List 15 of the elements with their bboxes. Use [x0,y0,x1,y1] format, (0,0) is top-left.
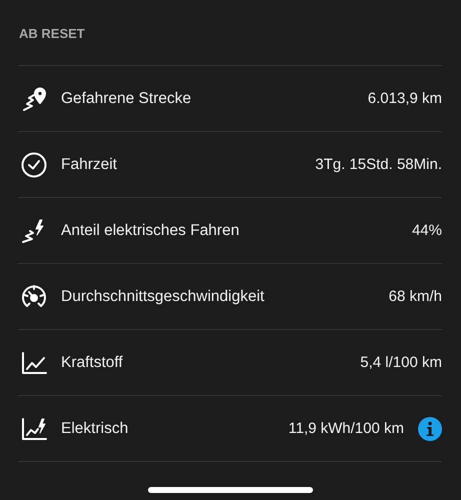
row-value: 11,9 kWh/100 km [288,420,404,437]
row-label: Elektrisch [61,420,128,438]
info-icon[interactable] [418,416,442,440]
row-value: 6.013,9 km [368,90,442,107]
row-label: Fahrzeit [61,156,117,174]
row-value: 3Tg. 15Std. 58Min. [315,156,442,173]
row-value: 44% [412,222,442,239]
row-label: Gefahrene Strecke [61,90,192,108]
row-value: 68 km/h [388,288,442,305]
route-pin-icon [20,84,48,112]
row-label: Anteil elektrisches Fahren [61,222,240,240]
section-title: AB RESET [18,25,86,40]
row-label: Kraftstoff [61,354,123,372]
row-value: 5,4 l/100 km [360,354,442,371]
row-label: Durchschnittsgeschwindigkeit [61,288,264,306]
